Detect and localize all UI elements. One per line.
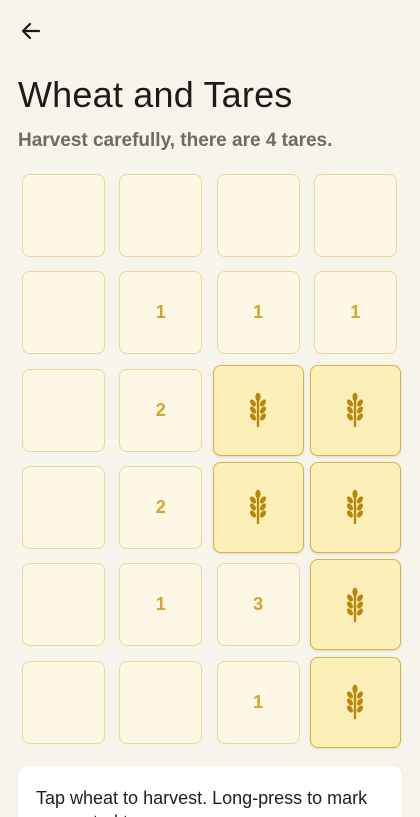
wheat-tile[interactable] bbox=[212, 364, 304, 456]
wheat-tile[interactable] bbox=[309, 559, 401, 651]
wheat-icon bbox=[347, 392, 364, 428]
game-board: 1 1 1 2 2 1 3 1 bbox=[22, 174, 402, 748]
number-tile[interactable]: 1 bbox=[119, 563, 203, 647]
wheat-icon bbox=[347, 587, 364, 622]
wheat-tile[interactable] bbox=[309, 364, 401, 456]
back-button[interactable] bbox=[14, 16, 48, 50]
empty-tile[interactable] bbox=[216, 174, 300, 257]
page-title: Wheat and Tares bbox=[18, 74, 293, 115]
number-tile[interactable]: 2 bbox=[119, 465, 203, 549]
number-tile[interactable]: 1 bbox=[216, 271, 300, 355]
empty-tile[interactable] bbox=[22, 660, 105, 744]
empty-tile[interactable] bbox=[22, 465, 105, 549]
hint-card: Tap wheat to harvest. Long-press to mark… bbox=[18, 766, 402, 817]
page-subtitle: Harvest carefully, there are 4 tares. bbox=[18, 130, 333, 151]
tile-count: 3 bbox=[253, 594, 264, 615]
wheat-tile[interactable] bbox=[309, 656, 401, 748]
empty-tile[interactable] bbox=[22, 563, 105, 647]
number-tile[interactable]: 1 bbox=[216, 660, 300, 744]
wheat-icon bbox=[250, 490, 267, 525]
empty-tile[interactable] bbox=[22, 271, 105, 355]
hint-text: Tap wheat to harvest. Long-press to mark… bbox=[36, 788, 368, 817]
empty-tile[interactable] bbox=[119, 174, 203, 257]
number-tile[interactable]: 1 bbox=[313, 271, 397, 355]
wheat-and-tares-screen: Wheat and Tares Harvest carefully, there… bbox=[0, 0, 420, 817]
arrow-left-icon bbox=[19, 19, 43, 48]
tile-count: 2 bbox=[155, 399, 166, 420]
wheat-tile[interactable] bbox=[309, 461, 401, 553]
empty-tile[interactable] bbox=[119, 660, 203, 744]
wheat-icon bbox=[250, 392, 267, 428]
number-tile[interactable]: 2 bbox=[119, 368, 203, 452]
empty-tile[interactable] bbox=[22, 174, 105, 257]
wheat-icon bbox=[347, 684, 364, 720]
tile-count: 1 bbox=[253, 691, 264, 712]
number-tile[interactable]: 1 bbox=[119, 271, 203, 355]
wheat-tile[interactable] bbox=[212, 461, 304, 553]
tile-count: 1 bbox=[350, 302, 361, 323]
tile-count: 1 bbox=[155, 302, 166, 323]
tile-count: 2 bbox=[155, 496, 166, 517]
tile-count: 1 bbox=[155, 594, 166, 615]
number-tile[interactable]: 3 bbox=[216, 563, 300, 647]
empty-tile[interactable] bbox=[313, 174, 397, 257]
wheat-icon bbox=[347, 490, 364, 525]
empty-tile[interactable] bbox=[22, 368, 105, 452]
tile-count: 1 bbox=[253, 302, 264, 323]
